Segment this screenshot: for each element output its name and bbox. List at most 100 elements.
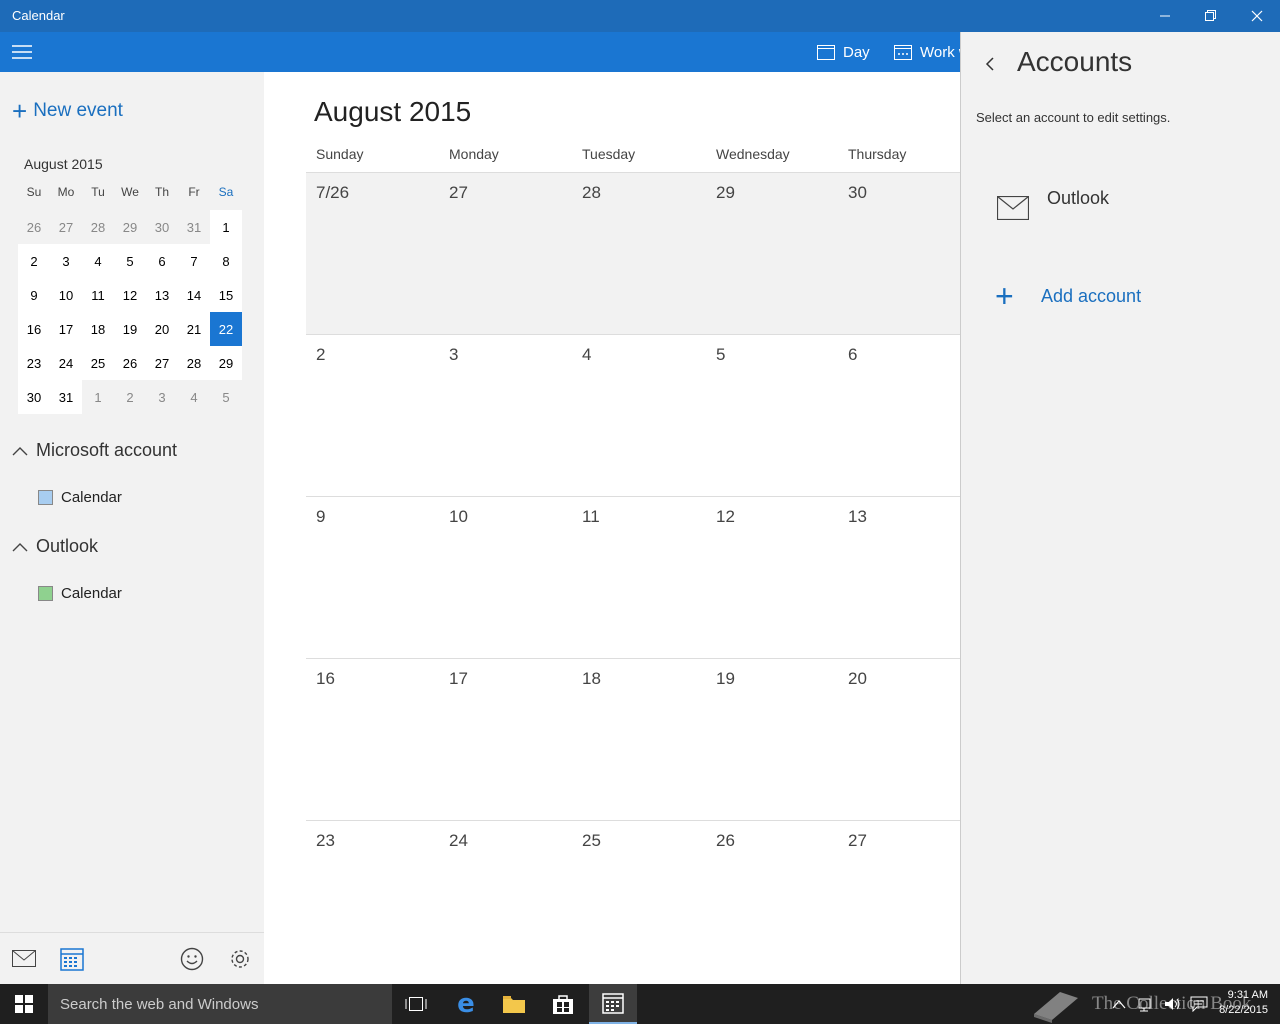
file-explorer-button[interactable] xyxy=(490,984,538,1024)
system-tray xyxy=(1112,984,1208,1024)
mini-calendar-day[interactable]: 9 xyxy=(18,278,50,312)
work-week-view-button[interactable]: Work week xyxy=(894,32,960,72)
start-button[interactable] xyxy=(0,984,48,1024)
outlook-group-header[interactable]: Outlook xyxy=(12,536,98,557)
folder-icon xyxy=(503,996,525,1013)
weekday-header: Wednesday xyxy=(716,146,790,162)
mini-calendar-day[interactable]: 15 xyxy=(210,278,242,312)
volume-icon[interactable] xyxy=(1164,996,1182,1012)
action-center-icon[interactable] xyxy=(1190,996,1208,1012)
month-week-row[interactable]: 2 3 4 5 6 xyxy=(306,334,960,496)
mini-calendar-day[interactable]: 20 xyxy=(146,312,178,346)
mini-calendar-week: 9 10 11 12 13 14 15 xyxy=(18,278,242,312)
store-button[interactable] xyxy=(539,984,587,1024)
day-number: 11 xyxy=(582,507,600,526)
mini-calendar-day[interactable]: 31 xyxy=(178,210,210,244)
month-week-row[interactable]: 7/26 27 28 29 30 xyxy=(306,172,960,334)
calendar-item-outlook[interactable]: Calendar xyxy=(38,585,122,602)
mini-calendar-day[interactable]: 29 xyxy=(210,346,242,380)
mini-calendar-day[interactable]: 16 xyxy=(18,312,50,346)
feedback-button[interactable] xyxy=(178,945,206,973)
month-week-row[interactable]: 16 17 18 19 20 xyxy=(306,658,960,820)
chevron-up-icon[interactable] xyxy=(1112,999,1126,1009)
calendar-name: Calendar xyxy=(61,585,122,602)
day-view-button[interactable]: Day xyxy=(817,32,870,72)
weekday-label: Mo xyxy=(57,185,75,199)
microsoft-account-group-header[interactable]: Microsoft account xyxy=(12,440,177,461)
restore-button[interactable] xyxy=(1188,0,1234,32)
weekday-header: Thursday xyxy=(848,146,907,162)
mini-calendar-day[interactable]: 7 xyxy=(178,244,210,278)
day-number: 12 xyxy=(716,507,735,526)
mini-calendar-day[interactable]: 19 xyxy=(114,312,146,346)
mini-calendar-day[interactable]: 6 xyxy=(146,244,178,278)
mini-calendar-day[interactable]: 26 xyxy=(114,346,146,380)
mini-calendar-day[interactable]: 3 xyxy=(146,380,178,414)
work-week-view-label: Work week xyxy=(920,43,960,61)
network-icon[interactable] xyxy=(1138,996,1156,1012)
day-number: 10 xyxy=(449,507,468,526)
mail-button[interactable] xyxy=(10,945,38,973)
mini-calendar-day[interactable]: 4 xyxy=(178,380,210,414)
close-button[interactable] xyxy=(1234,0,1280,32)
task-view-icon xyxy=(405,997,427,1011)
mini-calendar-day[interactable]: 3 xyxy=(50,244,82,278)
calendar-taskbar-button[interactable] xyxy=(589,984,637,1024)
taskbar-clock[interactable]: 9:31 AM 8/22/2015 xyxy=(1219,988,1268,1018)
mini-calendar-day[interactable]: 28 xyxy=(178,346,210,380)
weekday-label: Sa xyxy=(218,185,234,199)
calendar-item-microsoft[interactable]: Calendar xyxy=(38,489,122,506)
mini-calendar-day[interactable]: 11 xyxy=(82,278,114,312)
window-title: Calendar xyxy=(12,8,65,23)
mini-calendar-day[interactable]: 31 xyxy=(50,380,82,414)
mini-calendar-day[interactable]: 29 xyxy=(114,210,146,244)
minimize-button[interactable] xyxy=(1142,0,1188,32)
month-week-row[interactable]: 9 10 11 12 13 xyxy=(306,496,960,658)
add-account-button[interactable]: + Add account xyxy=(995,280,1141,312)
account-item-outlook[interactable]: Outlook xyxy=(995,186,1255,236)
mini-calendar-day[interactable]: 13 xyxy=(146,278,178,312)
mini-calendar-day[interactable]: 26 xyxy=(18,210,50,244)
windows-logo-icon xyxy=(15,995,33,1013)
settings-button[interactable] xyxy=(226,945,254,973)
mini-calendar-day[interactable]: 30 xyxy=(18,380,50,414)
mini-calendar-title[interactable]: August 2015 xyxy=(24,156,103,172)
calendar-app-button[interactable] xyxy=(58,945,86,973)
mini-calendar-week: 26 27 28 29 30 31 1 xyxy=(18,210,242,244)
task-view-button[interactable] xyxy=(392,984,440,1024)
taskbar-search-box[interactable]: Search the web and Windows xyxy=(48,984,392,1024)
mini-calendar-day[interactable]: 1 xyxy=(210,210,242,244)
mini-calendar-day[interactable]: 25 xyxy=(82,346,114,380)
mini-calendar-day[interactable]: 18 xyxy=(82,312,114,346)
mini-calendar-day[interactable]: 23 xyxy=(18,346,50,380)
edge-browser-button[interactable]: e xyxy=(442,984,490,1024)
hamburger-menu-button[interactable] xyxy=(8,38,36,66)
mini-calendar-day[interactable]: 14 xyxy=(178,278,210,312)
back-button[interactable] xyxy=(979,52,999,76)
mini-calendar-day[interactable]: 24 xyxy=(50,346,82,380)
mini-calendar-day[interactable]: 5 xyxy=(210,380,242,414)
weekday-label: Th xyxy=(154,185,169,199)
mini-calendar-day[interactable]: 17 xyxy=(50,312,82,346)
new-event-button[interactable]: + New event xyxy=(12,98,123,124)
mini-calendar-day[interactable]: 4 xyxy=(82,244,114,278)
mini-calendar-day[interactable]: 30 xyxy=(146,210,178,244)
mini-calendar-day[interactable]: 28 xyxy=(82,210,114,244)
mini-calendar-day[interactable]: 2 xyxy=(114,380,146,414)
mini-calendar-day[interactable]: 22 xyxy=(210,312,242,346)
mini-calendar-day[interactable]: 1 xyxy=(82,380,114,414)
mini-calendar-day[interactable]: 27 xyxy=(50,210,82,244)
group-name: Microsoft account xyxy=(36,440,178,460)
mini-calendar-day[interactable]: 12 xyxy=(114,278,146,312)
mini-calendar-day[interactable]: 21 xyxy=(178,312,210,346)
day-number: 5 xyxy=(716,345,726,364)
mini-calendar-day[interactable]: 27 xyxy=(146,346,178,380)
close-icon xyxy=(1251,10,1263,22)
mini-calendar-day[interactable]: 8 xyxy=(210,244,242,278)
mini-calendar-day[interactable]: 10 xyxy=(50,278,82,312)
weekday-header: Sunday xyxy=(316,146,364,162)
store-bag-icon xyxy=(553,995,573,1014)
mini-calendar-day[interactable]: 5 xyxy=(114,244,146,278)
month-week-row[interactable]: 23 24 25 26 27 xyxy=(306,820,960,982)
mini-calendar-day[interactable]: 2 xyxy=(18,244,50,278)
